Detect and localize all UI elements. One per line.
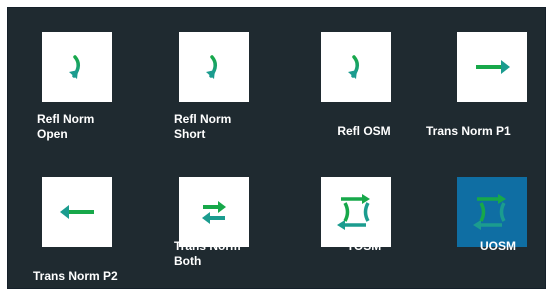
cal-type-label: Refl Norm Short	[174, 112, 232, 141]
reflect-arrow-icon	[348, 55, 359, 79]
cal-type-label: Trans Norm P1	[426, 124, 511, 138]
cal-type-label: Refl OSM	[337, 124, 391, 138]
full-two-port-icon	[473, 194, 506, 230]
icon-tile	[457, 177, 527, 247]
right-arrow-icon	[476, 60, 510, 74]
icon-tile	[321, 32, 391, 102]
cal-type-uosm[interactable]: UOSM	[436, 153, 553, 283]
icon-tile	[321, 177, 391, 247]
icon-tile	[179, 177, 249, 247]
cal-type-tosm[interactable]: TOSM	[299, 153, 429, 283]
cal-type-label: Refl Norm Open	[37, 112, 95, 141]
cal-type-trans-norm-p1[interactable]: Trans Norm P1	[426, 8, 553, 138]
cal-type-label: TOSM	[346, 239, 382, 253]
icon-tile	[42, 177, 112, 247]
bidirectional-arrows-icon	[202, 201, 226, 224]
cal-type-refl-osm[interactable]: Refl OSM	[299, 8, 429, 138]
calibration-type-panel: Refl Norm Open Refl Norm Short Refl OSM …	[7, 7, 546, 289]
cal-type-label: Trans Norm Both	[174, 239, 241, 268]
cal-type-trans-norm-both[interactable]: Trans Norm Both	[162, 153, 292, 283]
icon-tile	[457, 32, 527, 102]
icon-tile	[179, 32, 249, 102]
icon-tile	[42, 32, 112, 102]
cal-type-label: UOSM	[480, 239, 516, 253]
reflect-arrow-icon	[69, 55, 80, 79]
cal-type-trans-norm-p2[interactable]: Trans Norm P2	[25, 153, 155, 283]
full-two-port-icon	[337, 194, 370, 230]
cal-type-label: Trans Norm P2	[33, 269, 118, 283]
cal-type-refl-norm-short[interactable]: Refl Norm Short	[162, 8, 292, 141]
left-arrow-icon	[60, 205, 94, 219]
reflect-arrow-icon	[206, 55, 217, 79]
cal-type-refl-norm-open[interactable]: Refl Norm Open	[25, 8, 155, 141]
